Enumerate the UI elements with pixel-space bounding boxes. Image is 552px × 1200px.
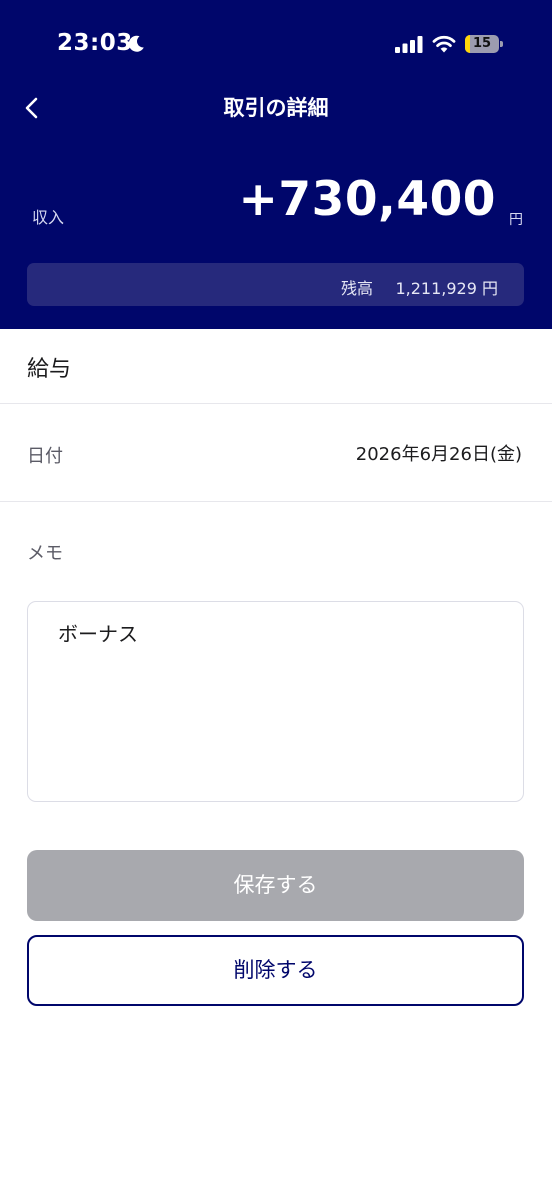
memo-label: メモ bbox=[27, 543, 63, 564]
divider bbox=[0, 403, 552, 404]
memo-textarea[interactable]: ボーナス bbox=[27, 601, 524, 802]
save-button[interactable]: 保存する bbox=[27, 850, 524, 921]
balance-value: 1,211,929 円 bbox=[395, 279, 498, 298]
balance-label: 残高 bbox=[341, 279, 374, 298]
transaction-type-label: 収入 bbox=[32, 208, 65, 227]
transaction-header: 23:03 15 取引の詳細 収入 +730,400 円 残高 1,211,92… bbox=[0, 0, 552, 329]
page-title: 取引の詳細 bbox=[223, 96, 329, 120]
moon-icon bbox=[128, 35, 144, 52]
category-name[interactable]: 給与 bbox=[27, 351, 71, 383]
amount-unit: 円 bbox=[509, 212, 523, 228]
divider bbox=[0, 501, 552, 502]
status-time: 23:03 bbox=[57, 30, 133, 56]
transaction-amount: +730,400 bbox=[238, 172, 496, 227]
delete-button[interactable]: 削除する bbox=[27, 935, 524, 1006]
balance-box: 残高 1,211,929 円 bbox=[27, 263, 524, 306]
battery-level: 15 bbox=[472, 36, 492, 51]
date-value[interactable]: 2026年6月26日(金) bbox=[356, 440, 522, 466]
date-label: 日付 bbox=[27, 446, 63, 467]
battery-indicator: 15 bbox=[465, 35, 499, 53]
memo-text: ボーナス bbox=[58, 622, 138, 646]
cellular-signal-icon bbox=[395, 36, 423, 53]
wifi-icon bbox=[432, 35, 456, 53]
battery-cap bbox=[500, 41, 503, 47]
